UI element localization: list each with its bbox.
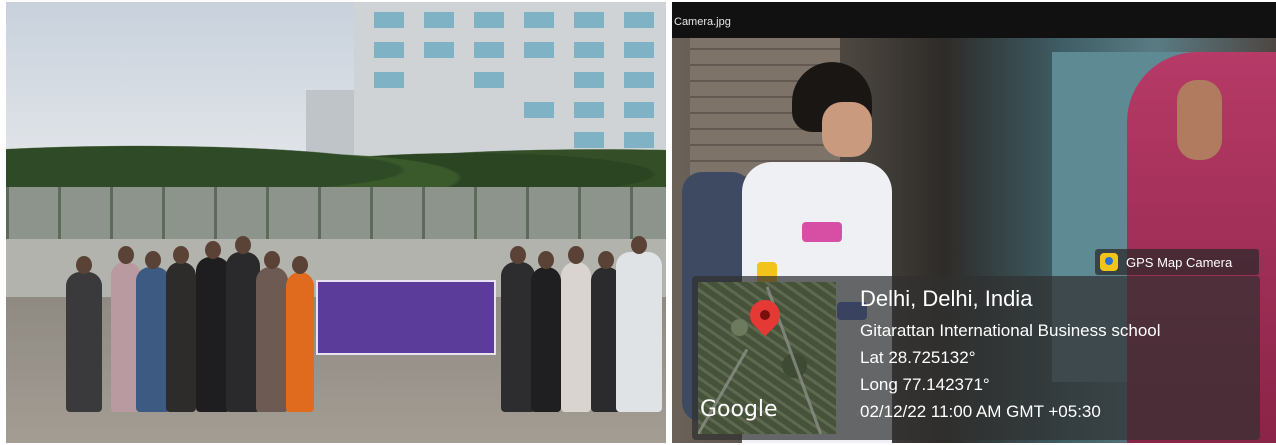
latitude-text: Lat 28.725132° (860, 348, 976, 367)
satellite-map-thumbnail: Google (698, 282, 836, 434)
face (1177, 80, 1222, 160)
location-name: Gitarattan International Business school (860, 321, 1161, 340)
gps-stamp-panel: Google Delhi, Delhi, India Gitarattan In… (692, 276, 1260, 440)
face (822, 102, 872, 157)
location-pin-icon (743, 293, 787, 337)
longitude-text: Long 77.142371° (860, 375, 990, 394)
image-title-bar: Camera.jpg (672, 2, 1276, 38)
green-fence (6, 187, 666, 239)
gps-app-name: GPS Map Camera (1126, 254, 1233, 270)
datetime-text: 02/12/22 11:00 AM GMT +05:30 (860, 402, 1101, 421)
image-filename: Camera.jpg (674, 16, 731, 28)
gps-app-badge: GPS Map Camera (1095, 249, 1259, 275)
place-text: Delhi, Delhi, India (860, 286, 1033, 311)
camp-banner (316, 280, 496, 355)
google-logo: Google (700, 397, 778, 422)
group-photo (6, 2, 666, 443)
gps-details: Delhi, Delhi, India Gitarattan Internati… (860, 284, 1255, 421)
gps-map-camera-icon (1100, 253, 1118, 271)
